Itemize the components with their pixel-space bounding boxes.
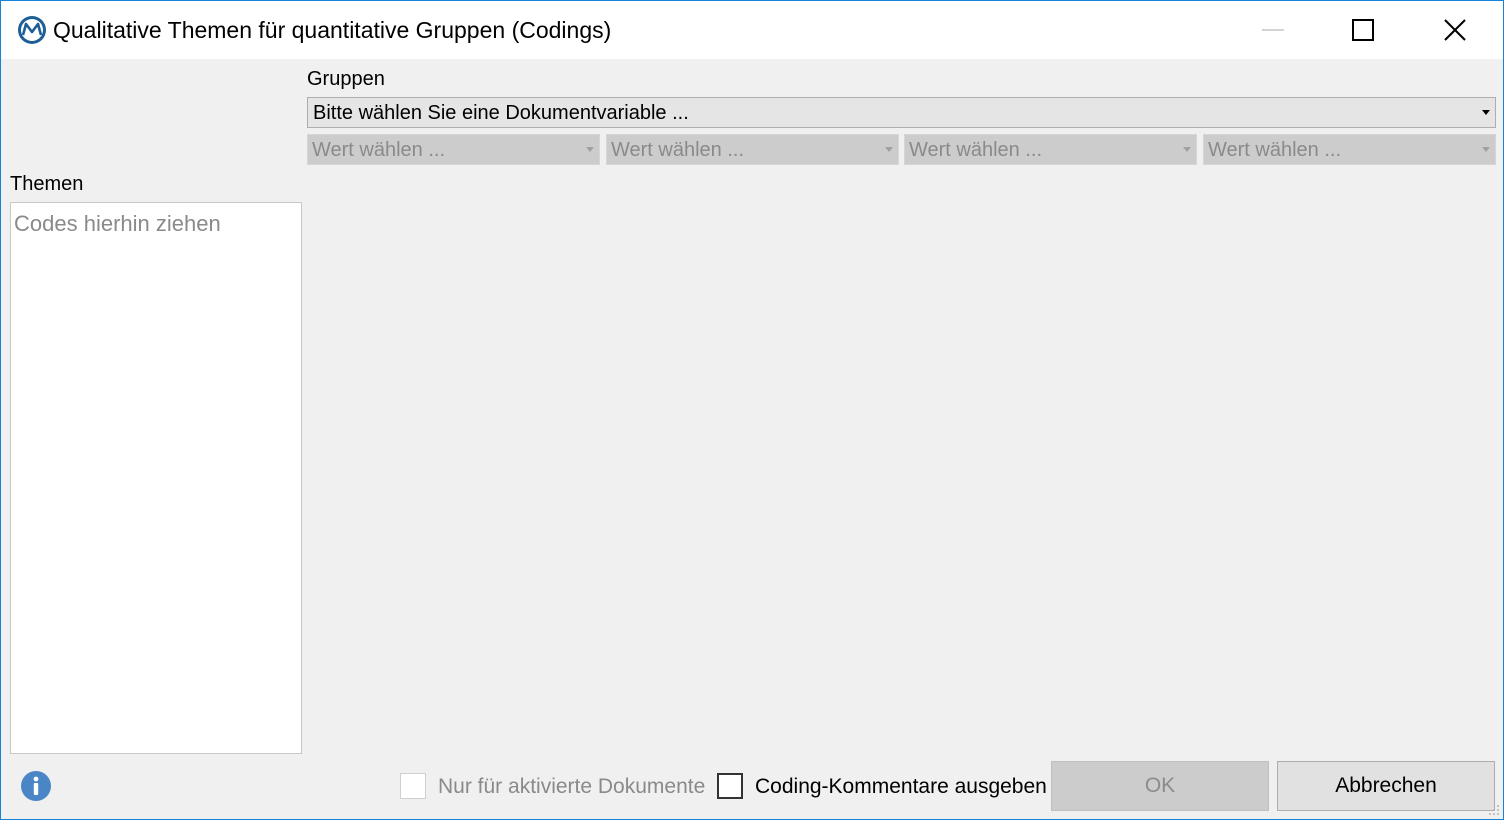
value-select-2[interactable]: Wert wählen ... [606, 134, 899, 165]
window-title: Qualitative Themen für quantitative Grup… [53, 17, 612, 43]
ok-button[interactable]: OK [1051, 761, 1269, 811]
close-button[interactable] [1409, 1, 1501, 59]
value-select-4[interactable]: Wert wählen ... [1203, 134, 1496, 165]
cancel-button[interactable]: Abbrechen [1277, 761, 1495, 811]
value-select-2-text: Wert wählen ... [611, 139, 745, 161]
maximize-icon [1352, 19, 1374, 41]
dropdown-arrow-icon [1183, 147, 1191, 152]
title-bar: Qualitative Themen für quantitative Grup… [1, 1, 1503, 59]
maximize-button[interactable] [1317, 1, 1409, 59]
minimize-button[interactable] [1227, 1, 1319, 59]
value-select-4-text: Wert wählen ... [1208, 139, 1342, 161]
document-variable-select-value: Bitte wählen Sie eine Dokumentvariable .… [313, 102, 689, 124]
dropdown-arrow-icon [586, 147, 594, 152]
value-select-3-text: Wert wählen ... [909, 139, 1043, 161]
dialog-window: Qualitative Themen für quantitative Grup… [0, 0, 1504, 820]
groups-label: Gruppen [307, 68, 385, 90]
maxqda-logo-icon [18, 16, 46, 44]
coding-comments-checkbox[interactable] [717, 773, 743, 799]
themes-label: Themen [10, 173, 84, 195]
value-select-1[interactable]: Wert wählen ... [307, 134, 600, 165]
only-activated-checkbox[interactable] [400, 773, 426, 799]
value-select-3[interactable]: Wert wählen ... [904, 134, 1197, 165]
close-icon [1444, 19, 1466, 41]
dropdown-arrow-icon [1482, 147, 1490, 152]
dropdown-arrow-icon [885, 147, 893, 152]
minimize-icon [1262, 29, 1284, 31]
only-activated-label: Nur für aktivierte Dokumente [438, 775, 706, 798]
codes-drop-zone[interactable]: Codes hierhin ziehen [10, 202, 302, 754]
dropdown-arrow-icon [1482, 110, 1490, 115]
document-variable-select[interactable]: Bitte wählen Sie eine Dokumentvariable .… [307, 97, 1496, 128]
codes-drop-placeholder: Codes hierhin ziehen [14, 211, 221, 236]
coding-comments-label: Coding-Kommentare ausgeben [755, 775, 1047, 798]
value-select-1-text: Wert wählen ... [312, 139, 446, 161]
resize-grip-icon[interactable] [1488, 804, 1500, 816]
info-icon[interactable] [20, 770, 52, 802]
